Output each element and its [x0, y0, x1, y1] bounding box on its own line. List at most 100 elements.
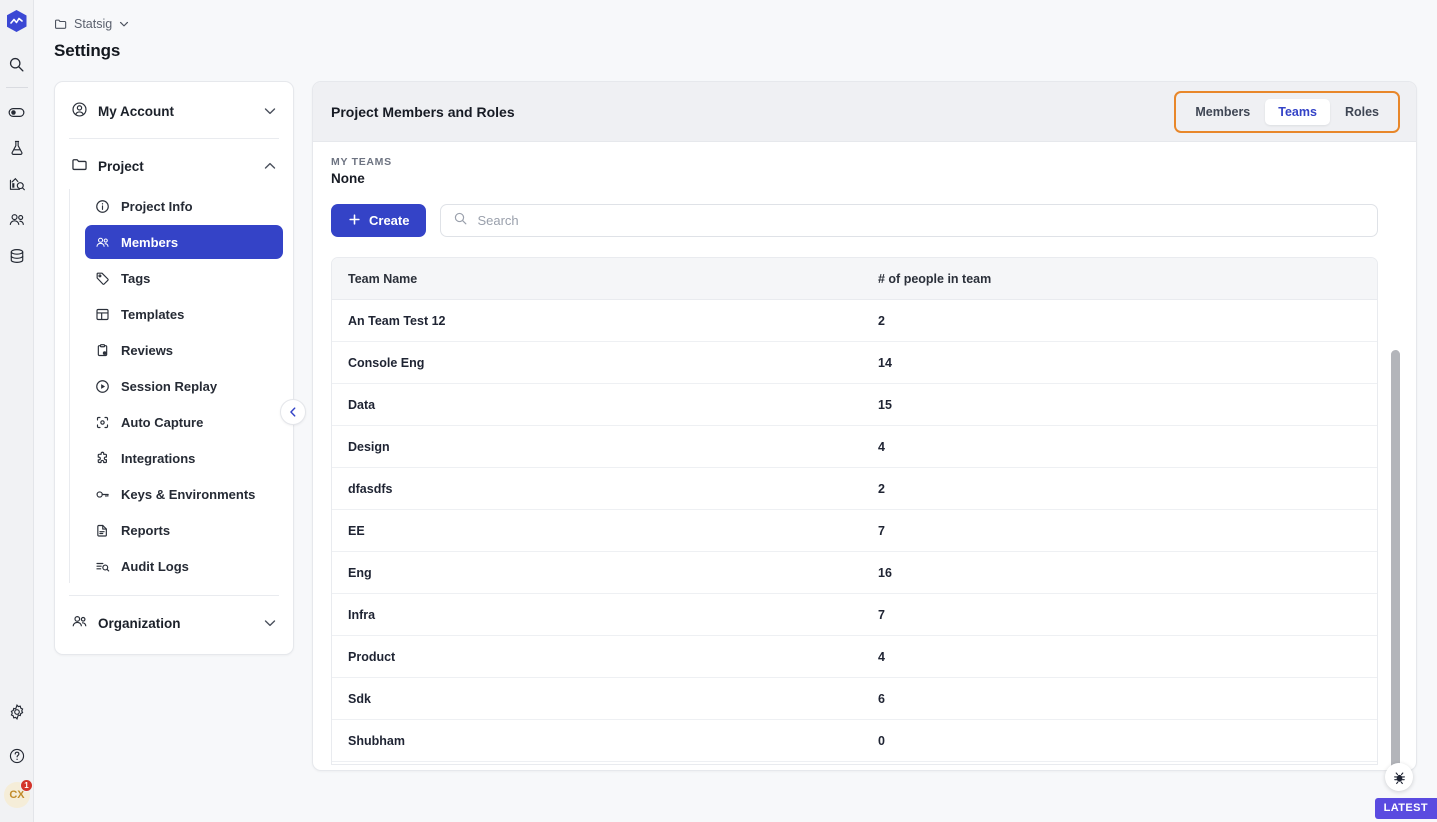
my-teams-value: None	[331, 171, 365, 186]
help-circle-icon[interactable]	[0, 738, 34, 774]
sidebar-item-reviews[interactable]: Reviews	[85, 333, 283, 367]
layout-icon	[95, 307, 110, 322]
info-circle-icon	[95, 199, 110, 214]
sidebar-item-label: Keys & Environments	[121, 486, 256, 502]
sidebar-item-integrations[interactable]: Integrations	[85, 441, 283, 475]
cell-team-name: Shubham	[332, 719, 862, 762]
clipboard-clock-icon	[95, 343, 110, 358]
chevron-down-icon[interactable]	[263, 616, 277, 630]
table-row[interactable]: Product 4	[332, 635, 1377, 678]
sidebar-item-session-replay[interactable]: Session Replay	[85, 369, 283, 403]
table-scrollbar[interactable]	[1391, 350, 1400, 770]
my-teams-label: MY TEAMS	[331, 156, 392, 168]
cell-team-name: Console Eng	[332, 341, 862, 384]
search-icon[interactable]	[0, 46, 34, 82]
table-row[interactable]: An Team Test 12 2	[332, 299, 1377, 342]
nav-group-my-account-label: My Account	[98, 103, 175, 119]
panel-title: Project Members and Roles	[331, 103, 515, 120]
sidebar-item-templates[interactable]: Templates	[85, 297, 283, 331]
table-row[interactable]: Infra 7	[332, 593, 1377, 636]
table-row[interactable]: Data 15	[332, 383, 1377, 426]
sidebar-item-auto-capture[interactable]: Auto Capture	[85, 405, 283, 439]
latest-badge[interactable]: LATEST	[1374, 798, 1437, 819]
cell-people-count: 7	[862, 593, 1377, 636]
table-row[interactable]: Design 4	[332, 425, 1377, 468]
cell-team-name: Eng	[332, 551, 862, 594]
puzzle-icon	[95, 451, 110, 466]
cell-people-count: 2	[862, 299, 1377, 342]
tab-members[interactable]: Members	[1182, 99, 1263, 125]
nav-group-my-account[interactable]: My Account	[55, 90, 293, 132]
user-circle-icon	[71, 101, 88, 121]
cell-team-name: Sdk	[332, 677, 862, 720]
table-row[interactable]: Shubham 0	[332, 719, 1377, 762]
sidebar-item-label: Project Info	[121, 198, 193, 214]
sidebar-item-audit-logs[interactable]: Audit Logs	[85, 549, 283, 583]
search-box[interactable]	[440, 204, 1378, 237]
table-row[interactable]: Eng 16	[332, 551, 1377, 594]
cell-team-name: dfasdfs	[332, 467, 862, 510]
breadcrumb-project-label: Statsig	[74, 17, 113, 31]
sidebar-item-label: Session Replay	[121, 378, 218, 394]
chevron-down-icon[interactable]	[118, 18, 130, 30]
gear-icon[interactable]	[0, 694, 34, 730]
rail-bottom-group: CX 1	[0, 694, 34, 808]
database-icon[interactable]	[0, 238, 34, 274]
toggle-icon[interactable]	[0, 94, 34, 130]
chevron-up-icon[interactable]	[263, 159, 277, 173]
sidebar-collapse-button[interactable]	[280, 399, 306, 425]
statsig-logo-icon[interactable]	[6, 10, 27, 32]
sidebar-item-tags[interactable]: Tags	[85, 261, 283, 295]
page: Statsig Settings My Account Project Proj…	[34, 0, 1437, 822]
sidebar-item-keys-environments[interactable]: Keys & Environments	[85, 477, 283, 511]
focus-target-icon	[95, 415, 110, 430]
metrics-chart-icon[interactable]	[0, 166, 34, 202]
nav-divider	[69, 595, 279, 596]
nav-group-organization[interactable]: Organization	[55, 602, 293, 644]
column-header-people-count[interactable]: # of people in team	[862, 258, 1377, 300]
table-row[interactable]: EE 7	[332, 509, 1377, 552]
bug-icon[interactable]	[1385, 763, 1413, 791]
search-input[interactable]	[477, 213, 1365, 228]
flask-icon[interactable]	[0, 130, 34, 166]
sidebar-item-label: Integrations	[121, 450, 196, 466]
cell-people-count: 0	[862, 719, 1377, 762]
cell-people-count: 16	[862, 551, 1377, 594]
tab-teams[interactable]: Teams	[1265, 98, 1330, 125]
main-panel: Project Members and Roles Members Teams …	[312, 81, 1417, 771]
cell-team-name: Infra	[332, 593, 862, 636]
sidebar-item-label: Tags	[121, 270, 151, 286]
nav-group-project-label: Project	[98, 158, 144, 174]
table-row[interactable]: Console Eng 14	[332, 341, 1377, 384]
nav-group-project[interactable]: Project	[55, 145, 293, 187]
play-circle-icon	[95, 379, 110, 394]
column-header-team-name[interactable]: Team Name	[332, 258, 862, 300]
table-scrollbar-thumb[interactable]	[1391, 350, 1400, 770]
create-button[interactable]: Create	[331, 204, 427, 237]
sidebar-item-members[interactable]: Members	[85, 225, 283, 259]
table-row[interactable]: dfasdfs 2	[332, 467, 1377, 510]
table-row[interactable]: Sdk 6	[332, 677, 1377, 720]
tab-group: Members Teams Roles	[1179, 95, 1395, 128]
tab-roles[interactable]: Roles	[1332, 99, 1392, 125]
sidebar-item-project-info[interactable]: Project Info	[85, 189, 283, 223]
breadcrumb[interactable]: Statsig	[34, 0, 130, 31]
sidebar-item-reports[interactable]: Reports	[85, 513, 283, 547]
table-header: Team Name # of people in team	[332, 258, 1377, 300]
document-icon	[95, 523, 110, 538]
rail-divider	[5, 87, 28, 88]
folder-icon	[54, 17, 68, 31]
sidebar-item-label: Members	[121, 234, 179, 250]
cell-team-name: An Team Test 12	[332, 299, 862, 342]
chevron-down-icon[interactable]	[263, 104, 277, 118]
content-area: My Account Project Project Info Members …	[34, 61, 1437, 771]
avatar[interactable]: CX 1	[4, 779, 33, 808]
people-icon	[71, 613, 88, 633]
my-teams-section: MY TEAMS None	[313, 142, 1416, 186]
panel-header: Project Members and Roles Members Teams …	[313, 82, 1416, 142]
icon-rail: CX 1	[0, 0, 34, 822]
teams-table: Team Name # of people in team An Team Te…	[332, 258, 1377, 762]
cell-people-count: 14	[862, 341, 1377, 384]
people-icon[interactable]	[0, 202, 34, 238]
cell-people-count: 6	[862, 677, 1377, 720]
